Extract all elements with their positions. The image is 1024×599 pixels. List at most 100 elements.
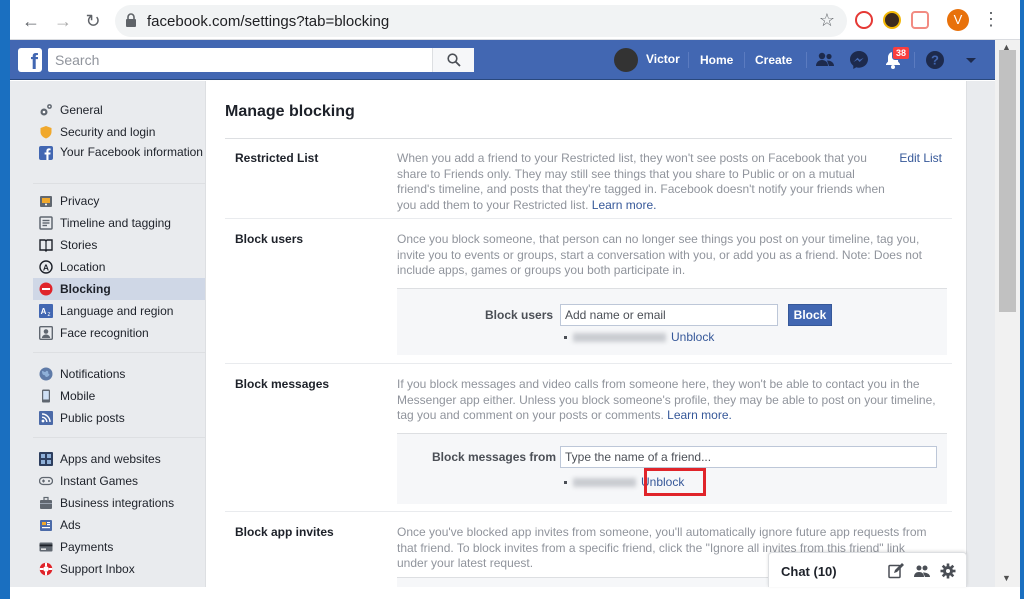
blocked-user-row: Unblock [564, 330, 714, 344]
block-messages-input[interactable] [560, 446, 937, 468]
sidebar-item-privacy[interactable]: Privacy [33, 190, 205, 212]
bullet [564, 336, 567, 340]
chat-tab[interactable]: Chat (10) [768, 552, 967, 587]
section-description: Once you block someone, that person can … [397, 232, 922, 277]
address-bar[interactable]: facebook.com/settings?tab=blocking ☆ [115, 5, 847, 37]
sidebar-item-label: Ads [60, 518, 81, 532]
card-icon [39, 542, 53, 552]
friend-requests-icon[interactable] [815, 50, 835, 70]
search-input[interactable] [48, 48, 432, 72]
scroll-down-arrow-icon[interactable]: ▼ [1002, 573, 1011, 583]
gamepad-icon [39, 476, 53, 486]
sidebar-item-general[interactable]: General [33, 99, 205, 121]
extension-icon[interactable] [883, 11, 901, 29]
lifebuoy-icon [39, 562, 53, 576]
sidebar-item-blocking[interactable]: Blocking [33, 278, 205, 300]
section-label: Restricted List [235, 151, 319, 165]
browser-window: ← → ↻ facebook.com/settings?tab=blocking… [10, 0, 1020, 599]
svg-text:z: z [48, 312, 51, 318]
language-icon: Az [39, 304, 53, 318]
section-label: Block users [235, 232, 304, 246]
forward-arrow-icon[interactable]: → [52, 10, 74, 32]
messenger-icon[interactable] [849, 50, 869, 70]
globe-icon [39, 367, 53, 381]
sidebar-item-ads[interactable]: Ads [33, 514, 205, 536]
more-menu-icon[interactable]: ⋮ [982, 9, 1000, 30]
sidebar-item-label: Support Inbox [60, 562, 135, 576]
business-icon [40, 496, 52, 509]
profile-avatar[interactable]: V [947, 9, 969, 31]
learn-more-link[interactable]: Learn more. [592, 198, 657, 212]
shield-icon [40, 126, 52, 139]
group-chat-icon[interactable] [914, 563, 930, 579]
ads-icon [40, 520, 52, 531]
search-icon [447, 53, 461, 67]
sidebar-item-public-posts[interactable]: Public posts [33, 407, 205, 429]
svg-text:A: A [43, 262, 49, 272]
sidebar-item-face-recognition[interactable]: Face recognition [33, 322, 205, 344]
section-label: Block messages [235, 377, 330, 391]
sidebar-group: Apps and websites Instant Games Business… [33, 438, 205, 588]
block-messages-section: Block messages If you block messages and… [225, 365, 952, 512]
sidebar-item-apps[interactable]: Apps and websites [33, 448, 205, 470]
sidebar-item-timeline[interactable]: Timeline and tagging [33, 212, 205, 234]
chat-title: Chat (10) [781, 564, 837, 579]
page-title: Manage blocking [225, 103, 355, 120]
browser-toolbar: ← → ↻ facebook.com/settings?tab=blocking… [10, 0, 1020, 40]
sidebar-item-notifications[interactable]: Notifications [33, 363, 205, 385]
sidebar-item-support-inbox[interactable]: Support Inbox [33, 558, 205, 580]
sidebar-item-payments[interactable]: Payments [33, 536, 205, 558]
home-link[interactable]: Home [700, 53, 733, 67]
face-icon [39, 326, 53, 340]
timeline-icon [39, 216, 53, 230]
facebook-icon [39, 146, 53, 160]
sidebar-item-label: Notifications [60, 367, 126, 381]
extension-icon[interactable] [911, 11, 929, 29]
book-icon [39, 239, 53, 252]
sidebar-item-instant-games[interactable]: Instant Games [33, 470, 205, 492]
sidebar-item-mobile[interactable]: Mobile [33, 385, 205, 407]
sidebar-item-stories[interactable]: Stories [33, 234, 205, 256]
search-button[interactable] [432, 48, 474, 72]
highlight-box [644, 468, 706, 496]
create-link[interactable]: Create [755, 53, 792, 67]
block-users-input[interactable] [560, 304, 778, 326]
settings-gear-icon[interactable] [940, 563, 956, 579]
scrollbar-thumb[interactable] [999, 50, 1016, 312]
reload-icon[interactable]: ↻ [82, 10, 104, 32]
sidebar-group: Notifications Mobile Public posts [33, 353, 205, 438]
learn-more-link[interactable]: Learn more. [667, 408, 732, 422]
sidebar-item-label: Stories [60, 238, 98, 252]
new-message-icon[interactable] [888, 563, 904, 579]
block-button[interactable]: Block [788, 304, 832, 326]
sidebar-item-label: Blocking [60, 282, 111, 296]
sidebar-item-label: Payments [60, 540, 114, 554]
help-icon[interactable]: ? [925, 50, 945, 70]
settings-panel: Manage blocking Restricted List When you… [205, 81, 967, 587]
account-dropdown-icon[interactable] [961, 50, 981, 70]
divider [744, 52, 745, 68]
sidebar-item-your-information[interactable]: Your Facebook information [33, 143, 205, 175]
extension-icon[interactable] [855, 11, 873, 29]
sidebar-item-label: Timeline and tagging [60, 216, 171, 230]
user-name: Victor [646, 52, 680, 66]
sidebar-item-security[interactable]: Security and login [33, 121, 205, 143]
page-scrollbar[interactable]: ▲ ▼ [995, 40, 1020, 587]
edit-list-link[interactable]: Edit List [899, 151, 942, 165]
back-arrow-icon[interactable]: ← [20, 10, 42, 32]
sidebar-item-location[interactable]: A Location [33, 256, 205, 278]
sidebar-item-business[interactable]: Business integrations [33, 492, 205, 514]
url-text: facebook.com/settings?tab=blocking [147, 13, 390, 30]
sidebar-item-label: General [60, 103, 103, 117]
sidebar-item-language[interactable]: Az Language and region [33, 300, 205, 322]
sidebar-group: General Security and login Your Facebook… [33, 81, 205, 184]
facebook-logo-icon[interactable]: f [18, 48, 42, 72]
block-icon [39, 282, 53, 296]
settings-sidebar: General Security and login Your Facebook… [33, 81, 205, 587]
sidebar-item-label: Public posts [60, 411, 125, 425]
unblock-link[interactable]: Unblock [671, 330, 714, 344]
mobile-icon [42, 389, 50, 403]
bookmark-star-icon[interactable]: ☆ [819, 10, 835, 31]
section-label: Block app invites [235, 525, 334, 539]
field-label: Block users [485, 308, 554, 322]
